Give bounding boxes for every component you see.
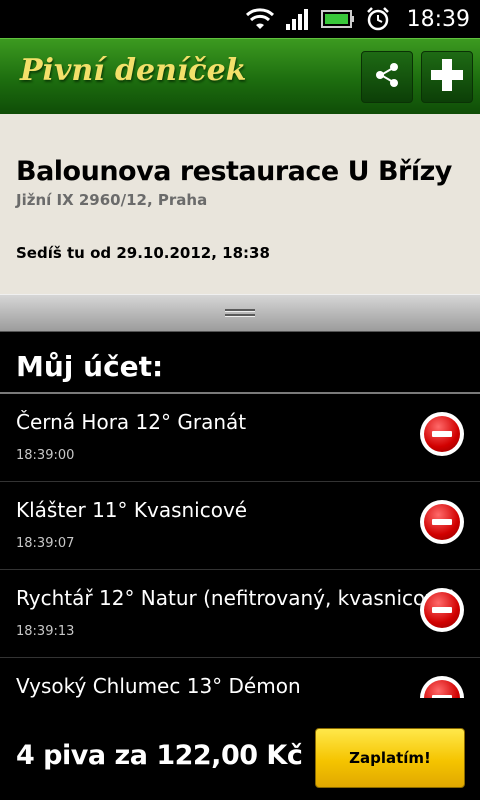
remove-button[interactable]: [420, 412, 464, 456]
venue-name: Balounova restaurace U Břízy: [16, 156, 452, 187]
remove-icon: [424, 504, 460, 540]
wifi-icon: [245, 7, 275, 31]
item-name: Černá Hora 12° Granát: [16, 410, 247, 434]
pay-button[interactable]: Zaplatím!: [315, 728, 465, 788]
status-bar: 18:39: [0, 0, 480, 38]
item-time: 18:39:00: [16, 448, 75, 463]
item-name: Klášter 11° Kvasnicové: [16, 498, 248, 522]
action-bar: Pivní deníček: [0, 38, 480, 114]
venue-panel: Balounova restaurace U Břízy Jižní IX 29…: [0, 114, 480, 294]
item-time: 18:39:07: [16, 536, 75, 551]
remove-icon: [424, 592, 460, 628]
venue-since: Sedíš tu od 29.10.2012, 18:38: [16, 244, 270, 262]
panel-drag-handle[interactable]: [0, 294, 480, 332]
share-button[interactable]: [361, 51, 413, 103]
battery-icon: [320, 8, 355, 30]
drag-handle-icon: [225, 307, 255, 319]
list-item[interactable]: Černá Hora 12° Granát 18:39:00: [0, 394, 480, 482]
order-total: 4 piva za 122,00 Kč: [16, 740, 303, 771]
venue-address: Jižní IX 2960/12, Praha: [16, 191, 208, 209]
list-item[interactable]: Klášter 11° Kvasnicové 18:39:07: [0, 482, 480, 570]
item-time: 18:39:13: [16, 624, 75, 639]
signal-icon: [285, 7, 311, 31]
alarm-icon: [365, 6, 391, 32]
footer-bar: 4 piva za 122,00 Kč Zaplatím!: [0, 698, 480, 800]
list-item[interactable]: Vysoký Chlumec 13° Démon: [0, 658, 480, 698]
remove-button[interactable]: [420, 588, 464, 632]
remove-icon: [424, 416, 460, 452]
add-icon: [429, 57, 465, 97]
account-list[interactable]: Černá Hora 12° Granát 18:39:00 Klášter 1…: [0, 394, 480, 698]
share-icon: [372, 60, 402, 94]
app-title: Pivní deníček: [20, 53, 247, 88]
status-time: 18:39: [406, 6, 470, 32]
remove-button[interactable]: [420, 500, 464, 544]
item-name: Rychtář 12° Natur (nefitrovaný, kvasnico…: [16, 586, 457, 610]
list-item[interactable]: Rychtář 12° Natur (nefitrovaný, kvasnico…: [0, 570, 480, 658]
account-header: Můj účet:: [16, 350, 164, 383]
remove-button[interactable]: [420, 676, 464, 698]
item-name: Vysoký Chlumec 13° Démon: [16, 674, 301, 698]
add-button[interactable]: [421, 51, 473, 103]
remove-icon: [424, 680, 460, 698]
